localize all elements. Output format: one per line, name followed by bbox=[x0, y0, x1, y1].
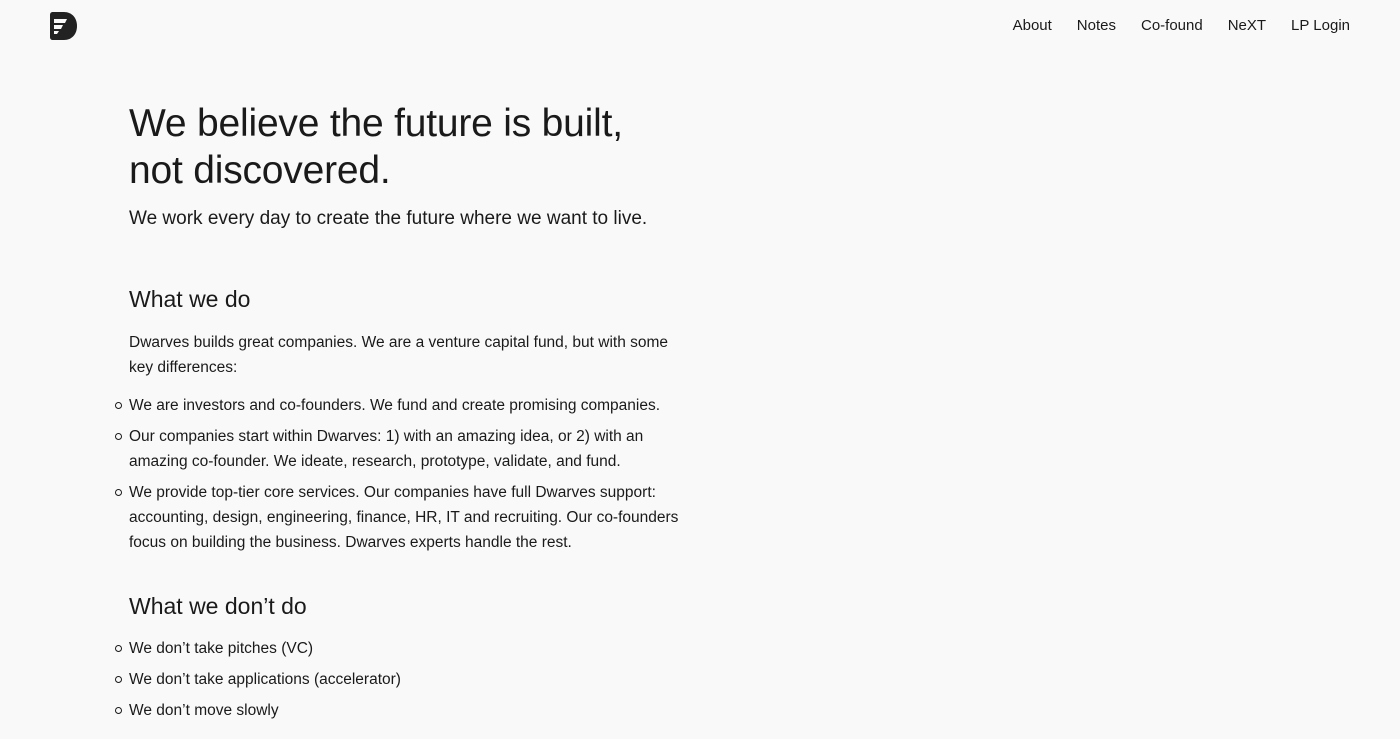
list-item: We don’t take pitches (VC) bbox=[115, 636, 689, 661]
nav-next[interactable]: NeXT bbox=[1228, 16, 1266, 36]
nav-about[interactable]: About bbox=[1013, 16, 1052, 36]
what-we-dont-do-list: We don’t take pitches (VC) We don’t take… bbox=[115, 636, 689, 723]
hero-tagline: We work every day to create the future w… bbox=[129, 208, 648, 229]
main-content: We believe the future is built, not disc… bbox=[115, 100, 689, 729]
hero-title: We believe the future is built, not disc… bbox=[129, 100, 689, 194]
list-item: We don’t take applications (accelerator) bbox=[115, 667, 689, 692]
what-we-dont-do-heading: What we don’t do bbox=[129, 593, 307, 619]
hero-title-line-1: We believe the future is built, bbox=[129, 102, 623, 145]
site-header: About Notes Co-found NeXT LP Login bbox=[0, 0, 1400, 54]
list-item: We are investors and co-founders. We fun… bbox=[115, 393, 689, 418]
nav-co-found[interactable]: Co-found bbox=[1141, 16, 1203, 36]
what-we-do-list: We are investors and co-founders. We fun… bbox=[115, 393, 689, 555]
nav-notes[interactable]: Notes bbox=[1077, 16, 1116, 36]
nav-lp-login[interactable]: LP Login bbox=[1291, 16, 1350, 36]
top-nav: About Notes Co-found NeXT LP Login bbox=[1013, 16, 1350, 36]
hero-title-line-2: not discovered. bbox=[129, 149, 391, 192]
list-item: Our companies start within Dwarves: 1) w… bbox=[115, 424, 689, 474]
what-we-do-heading: What we do bbox=[129, 286, 251, 312]
list-item: We provide top-tier core services. Our c… bbox=[115, 480, 689, 555]
list-item: We don’t move slowly bbox=[115, 698, 689, 723]
dwarves-logo-icon[interactable] bbox=[49, 11, 78, 41]
what-we-do-intro: Dwarves builds great companies. We are a… bbox=[129, 334, 669, 376]
